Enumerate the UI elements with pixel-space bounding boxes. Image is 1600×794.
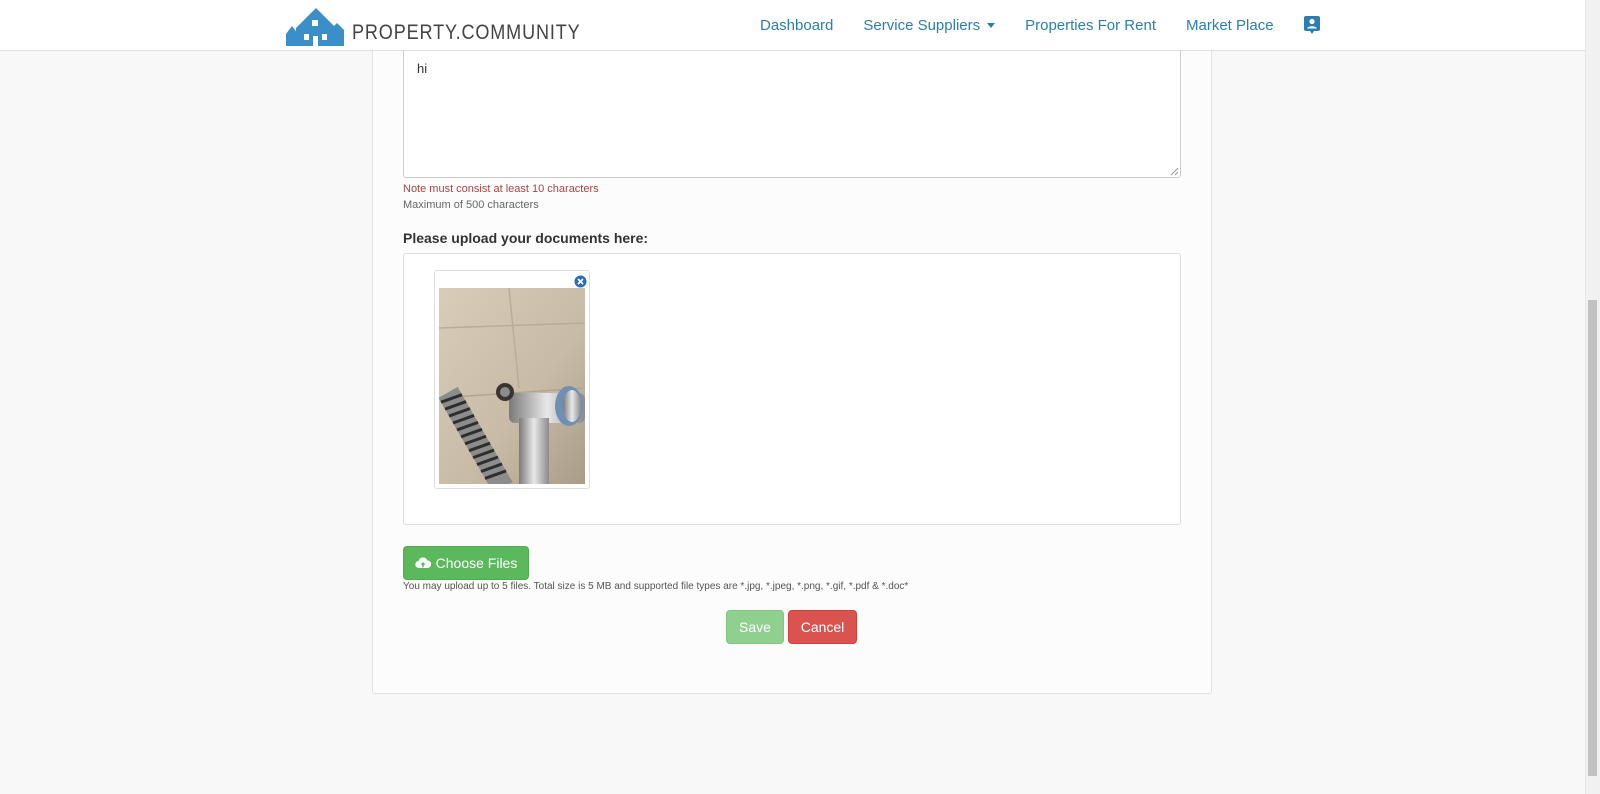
cancel-button[interactable]: Cancel [788,610,857,644]
nav-service-suppliers-label: Service Suppliers [863,16,981,34]
houses-logo [286,8,344,46]
brand-logo[interactable]: PROPERTY.COMMUNITY [286,4,618,46]
nav-dashboard[interactable]: Dashboard [760,17,833,34]
contact-card-icon[interactable] [1303,16,1320,34]
note-textarea[interactable]: hi [403,40,1181,178]
main-nav: Dashboard Service Suppliers Properties F… [760,0,1320,50]
upload-help-text: You may upload up to 5 files. Total size… [403,581,909,592]
chevron-down-icon [987,22,996,28]
remove-circle-icon[interactable] [574,275,587,288]
uploaded-file-thumbnail [434,270,590,489]
choose-files-button[interactable]: Choose Files [403,546,529,580]
note-help-text: Maximum of 500 characters [403,199,539,211]
uploaded-image-preview [439,288,585,484]
note-error-message: Note must consist at least 10 characters [403,183,599,195]
brand-name: PROPERTY.COMMUNITY [352,21,581,44]
nav-service-suppliers[interactable]: Service Suppliers [863,16,996,34]
top-navbar: PROPERTY.COMMUNITY Dashboard Service Sup… [0,0,1585,51]
upload-label: Please upload your documents here: [403,230,649,246]
nav-properties-for-rent[interactable]: Properties For Rent [1025,17,1156,34]
choose-files-label: Choose Files [435,555,518,571]
cloud-upload-icon [414,557,431,569]
save-button[interactable]: Save [726,610,784,644]
nav-market-place[interactable]: Market Place [1186,17,1274,34]
page-scrollbar-thumb[interactable] [1588,300,1597,776]
resize-handle-icon[interactable] [1170,167,1179,176]
